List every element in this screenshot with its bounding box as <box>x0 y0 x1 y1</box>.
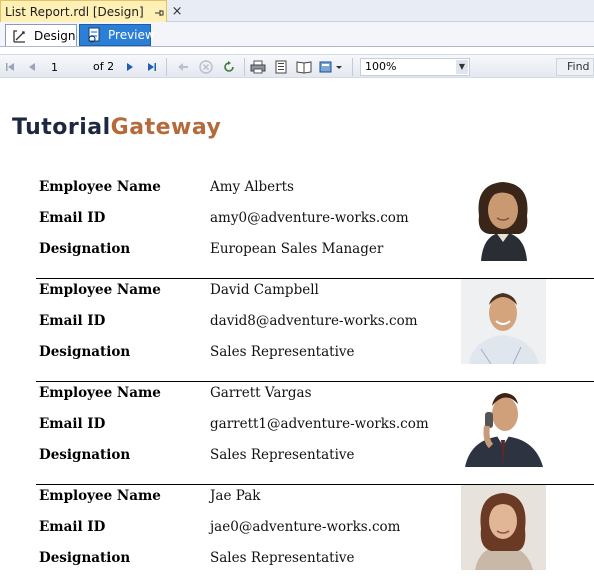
back-icon[interactable] <box>176 59 190 75</box>
employee-name-value: Jae Pak <box>210 488 261 504</box>
of-text: of <box>93 60 104 73</box>
employee-record: Employee Name Jae Pak Email ID jae0@adve… <box>36 485 594 578</box>
designation-value: European Sales Manager <box>210 241 384 257</box>
view-tab-strip: Design Preview <box>0 22 594 47</box>
email-value: jae0@adventure-works.com <box>210 519 401 535</box>
document-tab-title: List Report.rdl [Design] <box>5 4 144 19</box>
designation-label: Designation <box>39 241 131 257</box>
logo-part-2: Gateway <box>110 115 222 140</box>
document-tab-bar: List Report.rdl [Design] × <box>0 0 594 22</box>
employee-photo <box>461 279 546 364</box>
employee-record: Employee Name Garrett Vargas Email ID ga… <box>36 382 594 485</box>
total-pages: 2 <box>107 60 115 73</box>
tab-design[interactable]: Design <box>5 24 77 46</box>
employee-name-label: Employee Name <box>39 179 161 195</box>
print-icon[interactable] <box>250 59 266 75</box>
report-canvas: TutorialGateway Employee Name Amy Albert… <box>0 79 594 578</box>
employee-name-value: Garrett Vargas <box>210 385 312 401</box>
stop-icon[interactable] <box>198 59 214 75</box>
email-label: Email ID <box>39 210 106 226</box>
page-number-input[interactable] <box>48 58 84 76</box>
page-setup-icon[interactable] <box>296 59 312 75</box>
close-icon[interactable]: × <box>172 4 183 19</box>
designation-label: Designation <box>39 447 131 463</box>
employee-photo <box>461 176 546 261</box>
report-toolbar: of 2 100% ▼ Find <box>0 54 594 78</box>
employee-name-label: Employee Name <box>39 488 161 504</box>
employee-name-label: Employee Name <box>39 385 161 401</box>
chevron-down-icon[interactable]: ▼ <box>456 60 468 74</box>
employee-record: Employee Name David Campbell Email ID da… <box>36 279 594 382</box>
pin-icon[interactable] <box>154 7 164 17</box>
last-page-icon[interactable] <box>146 59 158 75</box>
refresh-icon[interactable] <box>221 59 237 75</box>
tutorial-gateway-logo: TutorialGateway <box>12 115 221 140</box>
tab-preview-label: Preview <box>108 28 155 42</box>
email-value: david8@adventure-works.com <box>210 313 418 329</box>
next-page-icon[interactable] <box>124 59 136 75</box>
zoom-select[interactable]: 100% ▼ <box>360 58 470 76</box>
tab-preview[interactable]: Preview <box>79 24 155 46</box>
email-label: Email ID <box>39 416 106 432</box>
first-page-icon[interactable] <box>4 59 16 75</box>
employee-name-value: David Campbell <box>210 282 319 298</box>
logo-part-1: Tutorial <box>12 115 111 140</box>
employee-record: Employee Name Amy Alberts Email ID amy0@… <box>36 176 594 279</box>
email-value: garrett1@adventure-works.com <box>210 416 429 432</box>
find-input[interactable]: Find <box>556 58 594 76</box>
design-icon <box>12 28 28 44</box>
employee-name-value: Amy Alberts <box>210 179 294 195</box>
designation-value: Sales Representative <box>210 344 355 360</box>
employee-name-label: Employee Name <box>39 282 161 298</box>
designation-value: Sales Representative <box>210 447 355 463</box>
preview-icon <box>86 27 102 43</box>
find-placeholder: Find <box>567 60 590 73</box>
page-of-label: of 2 <box>93 60 114 73</box>
designation-value: Sales Representative <box>210 550 355 566</box>
employee-photo <box>461 382 546 467</box>
email-label: Email ID <box>39 519 106 535</box>
tab-design-label: Design <box>34 28 76 43</box>
document-tab[interactable]: List Report.rdl [Design] × <box>0 0 183 22</box>
designation-label: Designation <box>39 344 131 360</box>
employee-photo <box>461 485 546 570</box>
designation-label: Designation <box>39 550 131 566</box>
zoom-value: 100% <box>365 60 397 73</box>
export-icon[interactable] <box>318 59 344 75</box>
print-layout-icon[interactable] <box>273 59 289 75</box>
previous-page-icon[interactable] <box>26 59 38 75</box>
email-label: Email ID <box>39 313 106 329</box>
email-value: amy0@adventure-works.com <box>210 210 409 226</box>
